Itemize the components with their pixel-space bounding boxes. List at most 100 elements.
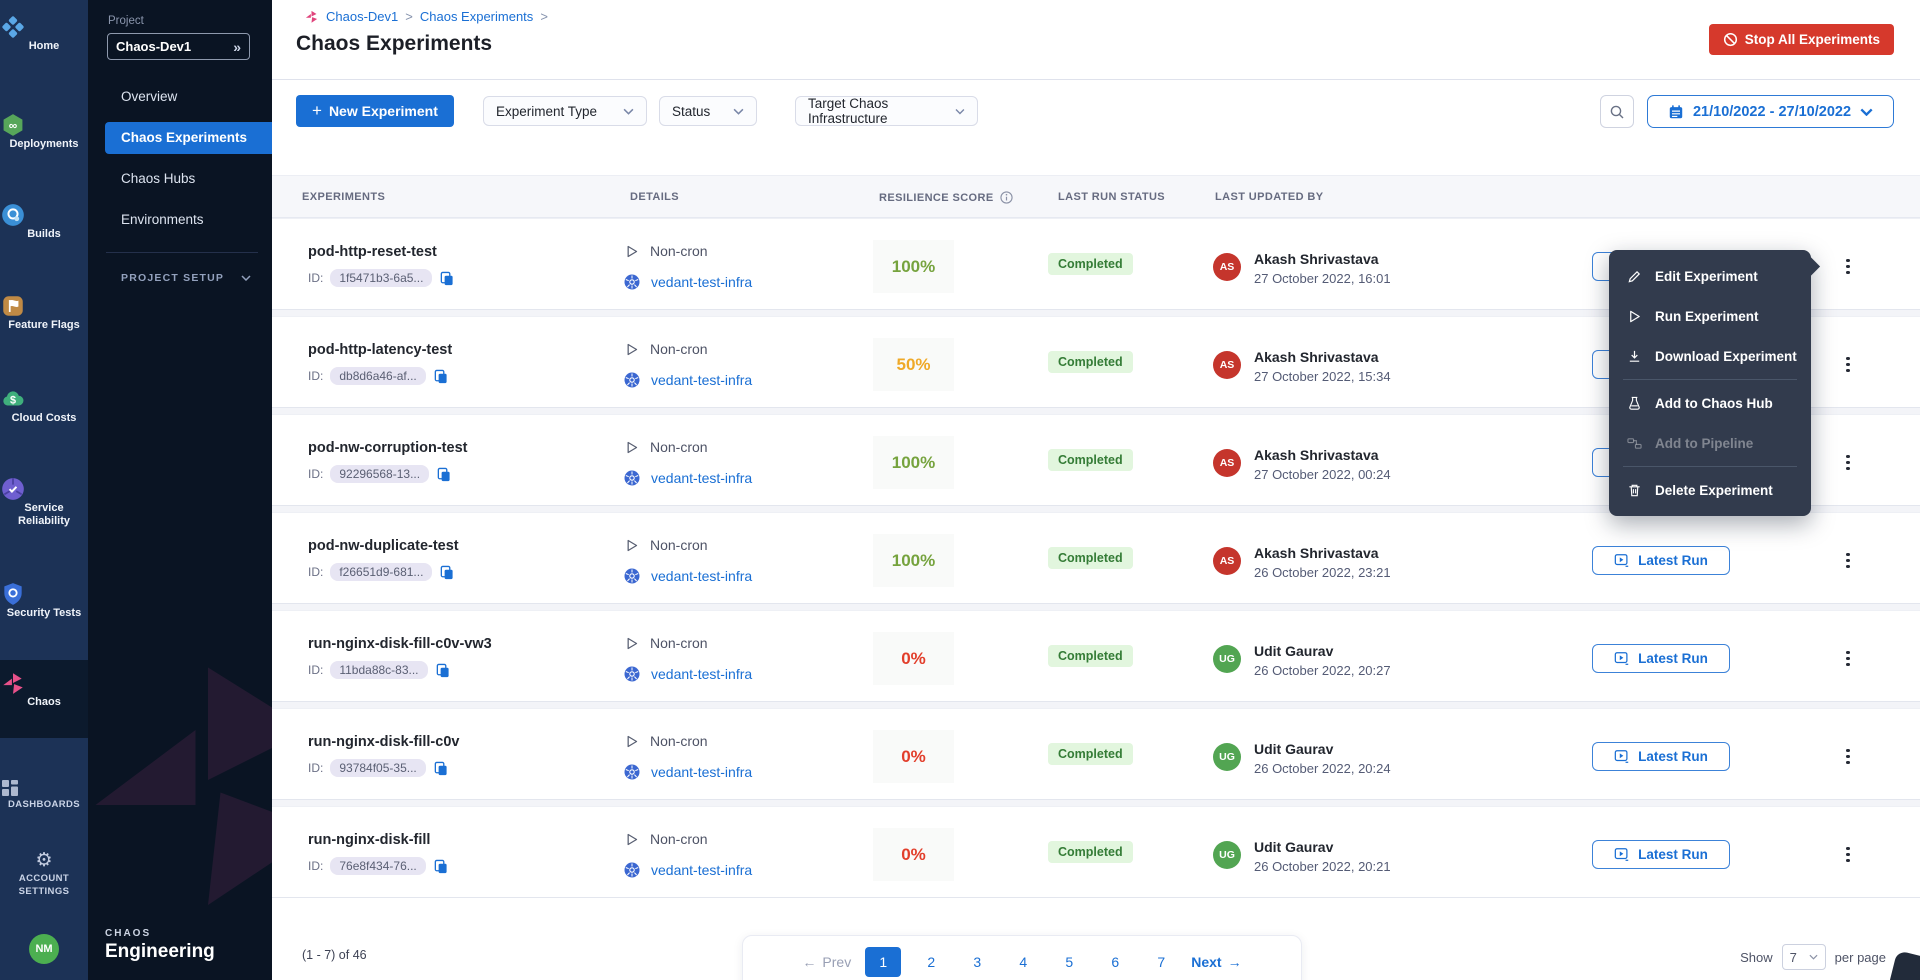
sidebar-item-feature-flags[interactable]: Feature Flags (0, 293, 88, 332)
page-button-6[interactable]: 6 (1099, 947, 1131, 977)
expand-icon[interactable]: » (233, 39, 241, 55)
infrastructure-link[interactable]: vedant-test-infra (651, 862, 752, 878)
latest-run-button[interactable]: Latest Run (1592, 546, 1730, 575)
stop-all-experiments-button[interactable]: Stop All Experiments (1709, 24, 1894, 55)
breadcrumb-link-page[interactable]: Chaos Experiments (420, 9, 533, 24)
experiment-id-label: ID: (308, 369, 323, 383)
user-avatar[interactable]: NM (29, 934, 59, 964)
kebab-menu-button[interactable] (1838, 546, 1858, 574)
sidebar-item-home[interactable]: Home (0, 14, 88, 53)
experiment-name[interactable]: pod-http-reset-test (308, 244, 608, 260)
page-button-3[interactable]: 3 (961, 947, 993, 977)
sidebar-item-dashboards[interactable]: DASHBOARDS (0, 778, 88, 811)
sidebar-item-deployments[interactable]: ∞ Deployments (0, 112, 88, 151)
info-icon[interactable] (1000, 191, 1013, 204)
menu-item-run-experiment[interactable]: Run Experiment (1609, 296, 1811, 336)
page-button-4[interactable]: 4 (1007, 947, 1039, 977)
kebab-menu-button[interactable] (1838, 644, 1858, 672)
kebab-menu-button[interactable] (1838, 448, 1858, 476)
infrastructure-link[interactable]: vedant-test-infra (651, 568, 752, 584)
copy-icon[interactable] (435, 663, 450, 678)
menu-item-add-to-chaos-hub[interactable]: Add to Chaos Hub (1609, 383, 1811, 423)
copy-icon[interactable] (433, 369, 448, 384)
page-button-5[interactable]: 5 (1053, 947, 1085, 977)
date-range-button[interactable]: 21/10/2022 - 27/10/2022 (1647, 95, 1894, 128)
copy-icon[interactable] (433, 761, 448, 776)
kebab-menu-button[interactable] (1838, 742, 1858, 770)
sidebar-item-account-settings[interactable]: ⚙ ACCOUNT SETTINGS (0, 850, 88, 898)
copy-icon[interactable] (436, 467, 451, 482)
status-badge: Completed (1048, 351, 1133, 373)
latest-run-button[interactable]: Latest Run (1592, 644, 1730, 673)
sidebar-item-builds[interactable]: Builds (0, 202, 88, 241)
menu-item-edit-experiment[interactable]: Edit Experiment (1609, 256, 1811, 296)
sidebar-label: Chaos (0, 696, 88, 709)
infrastructure-link[interactable]: vedant-test-infra (651, 666, 752, 682)
sidebar-item-environments[interactable]: Environments (88, 204, 272, 236)
experiment-name[interactable]: run-nginx-disk-fill (308, 832, 608, 848)
prev-page-button[interactable]: ← Prev (794, 947, 859, 977)
run-view-icon (1614, 553, 1630, 568)
play-icon (624, 636, 639, 651)
experiment-name[interactable]: run-nginx-disk-fill-c0v-vw3 (308, 636, 608, 652)
sidebar-item-chaos[interactable]: Chaos (0, 670, 88, 709)
infrastructure-link[interactable]: vedant-test-infra (651, 274, 752, 290)
filter-target-chaos-infrastructure[interactable]: Target Chaos Infrastructure (795, 96, 978, 126)
experiment-cell: run-nginx-disk-fill-c0v ID: 93784f05-35.… (308, 709, 608, 777)
experiment-name[interactable]: pod-nw-duplicate-test (308, 538, 608, 554)
avatar: UG (1213, 841, 1241, 869)
experiment-name[interactable]: pod-nw-corruption-test (308, 440, 608, 456)
sidebar-label: ACCOUNT SETTINGS (0, 872, 88, 898)
experiment-id-label: ID: (308, 761, 323, 775)
new-experiment-button[interactable]: + New Experiment (296, 95, 454, 127)
kebab-menu-button[interactable] (1838, 252, 1858, 280)
filter-status[interactable]: Status (659, 96, 757, 126)
details-cell: Non-cron vedant-test-infra (624, 219, 752, 290)
page-button-1[interactable]: 1 (865, 947, 901, 977)
builds-icon (0, 202, 88, 228)
kebab-menu-button[interactable] (1838, 350, 1858, 378)
project-selector[interactable]: Chaos-Dev1 » (107, 33, 250, 60)
menu-item-add-to-pipeline[interactable]: Add to Pipeline (1609, 423, 1811, 463)
chevron-down-icon (1860, 108, 1873, 116)
sidebar-item-security-tests[interactable]: Security Tests (0, 581, 88, 620)
experiment-name[interactable]: pod-http-latency-test (308, 342, 608, 358)
latest-run-button[interactable]: Latest Run (1592, 840, 1730, 869)
experiment-cell: run-nginx-disk-fill-c0v-vw3 ID: 11bda88c… (308, 611, 608, 679)
details-cell: Non-cron vedant-test-infra (624, 611, 752, 682)
project-setup-toggle[interactable]: PROJECT SETUP (121, 272, 251, 284)
page-button-7[interactable]: 7 (1145, 947, 1177, 977)
kebab-menu-button[interactable] (1838, 840, 1858, 868)
sidebar-item-overview[interactable]: Overview (88, 81, 272, 113)
sidebar-item-service-reliability[interactable]: Service Reliability (0, 476, 88, 528)
help-widget-corner[interactable] (1888, 950, 1920, 980)
copy-icon[interactable] (433, 859, 448, 874)
avatar: AS (1213, 253, 1241, 281)
sidebar-item-chaos-experiments[interactable]: Chaos Experiments (105, 122, 272, 154)
next-page-button[interactable]: Next → (1183, 947, 1249, 977)
experiment-type: Non-cron (650, 635, 708, 651)
infrastructure-link[interactable]: vedant-test-infra (651, 764, 752, 780)
search-button[interactable] (1600, 95, 1634, 128)
experiment-id-label: ID: (308, 467, 323, 481)
latest-run-button[interactable]: Latest Run (1592, 742, 1730, 771)
sidebar-item-chaos-hubs[interactable]: Chaos Hubs (88, 163, 272, 195)
experiment-name[interactable]: run-nginx-disk-fill-c0v (308, 734, 608, 750)
filter-experiment-type[interactable]: Experiment Type (483, 96, 647, 126)
pipeline-icon (1627, 436, 1642, 451)
infrastructure-link[interactable]: vedant-test-infra (651, 470, 752, 486)
experiment-type: Non-cron (650, 537, 708, 553)
avatar: AS (1213, 449, 1241, 477)
sidebar-item-cloud-costs[interactable]: $ Cloud Costs (0, 386, 88, 425)
copy-icon[interactable] (439, 271, 454, 286)
per-page-label: per page (1835, 950, 1886, 965)
breadcrumb-link-project[interactable]: Chaos-Dev1 (326, 9, 398, 24)
page-button-2[interactable]: 2 (915, 947, 947, 977)
column-details: DETAILS (630, 191, 679, 203)
sidebar-item-chaos-active[interactable]: Chaos (0, 660, 88, 738)
infrastructure-link[interactable]: vedant-test-infra (651, 372, 752, 388)
menu-item-delete-experiment[interactable]: Delete Experiment (1609, 470, 1811, 510)
copy-icon[interactable] (439, 565, 454, 580)
menu-item-download-experiment[interactable]: Download Experiment (1609, 336, 1811, 376)
page-size-select[interactable]: 7 (1782, 944, 1826, 970)
